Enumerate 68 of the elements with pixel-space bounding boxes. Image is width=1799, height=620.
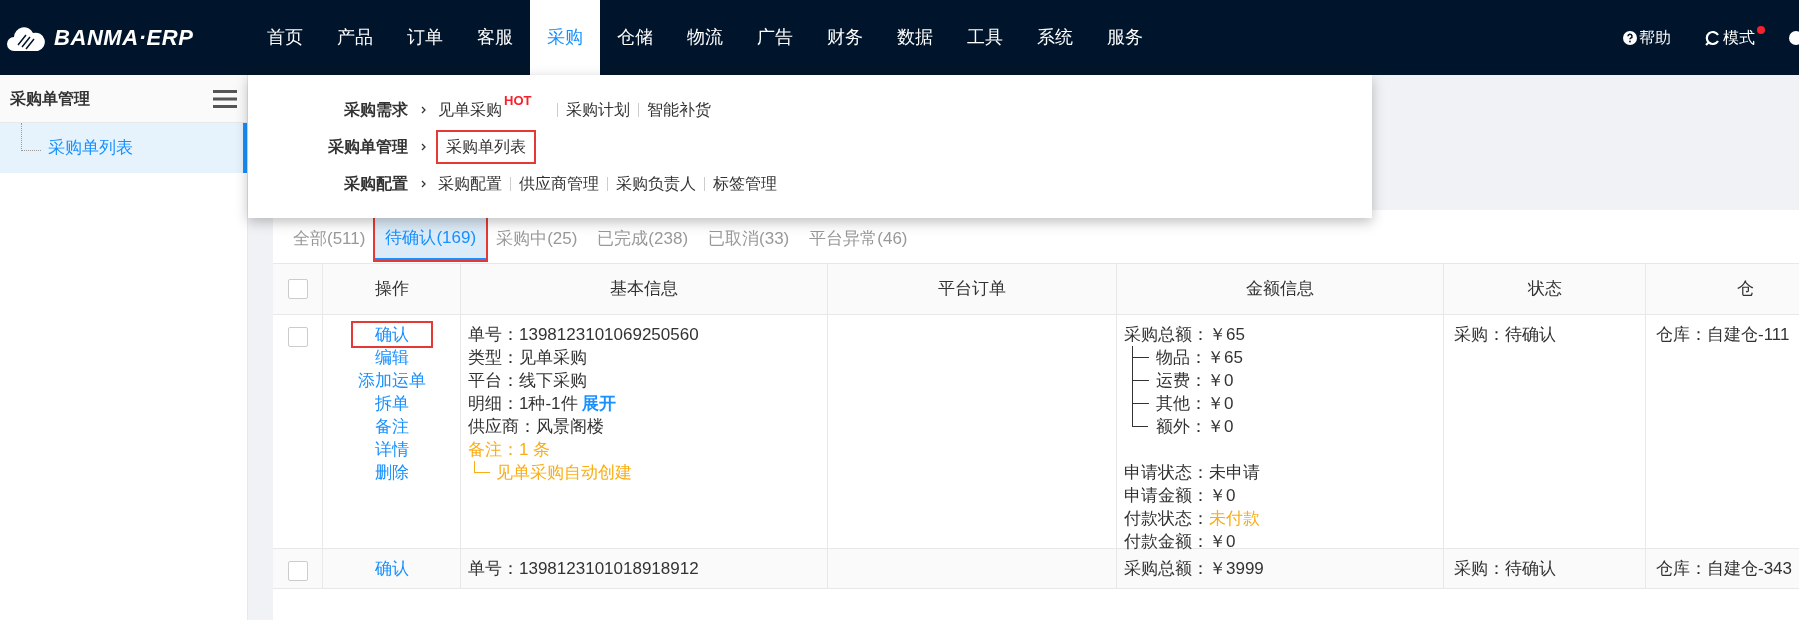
info-text: 供应商：风景阁楼 [468,416,605,438]
menu-link[interactable]: 采购单列表 [438,131,534,162]
menu-link[interactable]: 采购负责人 [616,171,696,196]
brand-name: BANMA·ERP [54,24,194,52]
nav-tab[interactable]: 产品 [320,0,390,75]
menu-group-label: 采购单管理 [327,136,408,157]
menu-icon[interactable] [213,88,237,109]
user-icon [1789,30,1799,45]
column-header: 状态 [1444,264,1646,314]
nav-tab[interactable]: 系统 [1020,0,1090,75]
checkbox[interactable] [287,279,308,299]
chevron-icon [420,142,426,151]
amount-text: 付款金额：￥0 [1124,531,1237,553]
top-action[interactable]: 帮助 [1623,25,1681,50]
column-header: 基本信息 [461,264,828,314]
column-header: 金额信息 [1117,264,1444,314]
menu-link[interactable]: 智能补货 [647,97,712,122]
tree-line [1132,346,1148,369]
amount-text: 采购总额：￥3999 [1124,558,1265,580]
nav-tab[interactable]: 工具 [950,0,1020,75]
refresh-icon [1705,29,1721,46]
info-text: 平台：线下采购 [468,370,588,392]
menu-link[interactable]: 标签管理 [713,171,777,196]
note-text: 见单采购自动创建 [496,462,632,484]
column-header: 仓 [1646,264,1799,314]
amount-text: 申请金额：￥0 [1124,485,1237,507]
amount-text: 运费：￥0 [1156,370,1234,392]
checkbox[interactable] [287,561,308,581]
amount-text: 其他：￥0 [1156,393,1234,415]
menu-link[interactable]: 采购配置 [438,171,502,196]
note-text: 备注：1 条 [468,439,552,461]
nav-tab[interactable]: 物流 [670,0,740,75]
nav-tab[interactable]: 首页 [250,0,320,75]
info-text: 单号：1398123101069250560 [468,324,700,346]
checkbox[interactable] [287,327,308,347]
nav-tab[interactable]: 订单 [390,0,460,75]
nav-tab[interactable]: 服务 [1090,0,1160,75]
sidebar-title: 采购单管理 [10,88,90,109]
info-text: 明细：1种-1件 [468,393,578,415]
chevron-icon [420,105,426,114]
warehouse-text: 仓库：自建仓-111 [1656,325,1790,344]
nav-tab[interactable]: 数据 [880,0,950,75]
status-text: 采购：待确认 [1454,325,1556,344]
payment-status: 未付款 [1209,508,1260,530]
nav-tab[interactable]: 财务 [810,0,880,75]
nav-tab[interactable]: 客服 [460,0,530,75]
warehouse-text: 仓库：自建仓-343 [1656,559,1793,578]
nav-tab[interactable]: 仓储 [600,0,670,75]
info-text: 类型：见单采购 [468,347,588,369]
column-header: 操作 [323,264,461,314]
amount-text: 物品：￥65 [1156,347,1243,369]
menu-link[interactable]: 采购计划 [566,97,631,122]
amount-label: 付款状态： [1124,508,1209,530]
menu-group-label: 采购配置 [343,173,408,194]
amount-text: 采购总额：￥65 [1124,324,1246,346]
help-icon [1623,30,1637,45]
amount-text: 申请状态：未申请 [1124,462,1261,484]
menu-group-label: 采购需求 [343,99,408,120]
menu-link[interactable]: 供应商管理 [519,171,599,196]
tree-line [474,461,490,473]
info-text: 单号：1398123101018918912 [468,558,700,580]
chevron-icon [420,179,426,188]
column-header: 平台订单 [828,264,1117,314]
amount-text: 额外：￥0 [1156,416,1234,438]
top-action[interactable]: 模式 [1705,25,1765,50]
tree-line [1132,369,1148,392]
nav-tab[interactable]: 广告 [740,0,810,75]
status-text: 采购：待确认 [1454,559,1556,578]
